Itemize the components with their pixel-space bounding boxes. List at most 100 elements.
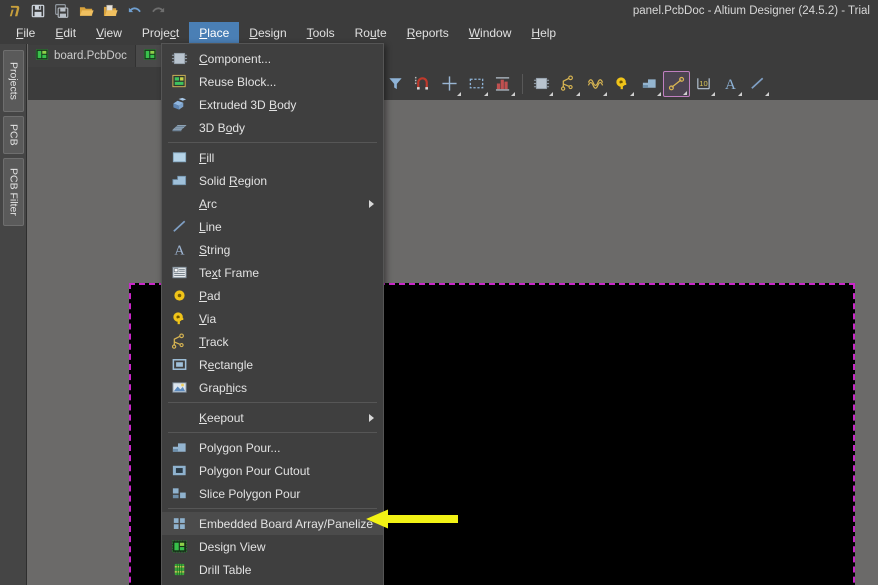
menu-item-label: Via — [199, 311, 217, 326]
open-folder-icon[interactable] — [76, 1, 96, 21]
menu-separator — [168, 508, 377, 509]
menu-item-fill[interactable]: Fill — [162, 146, 383, 169]
quick-access-toolbar — [4, 1, 168, 21]
panel-tab-pcb[interactable]: PCB — [3, 116, 24, 154]
menubar-item-project[interactable]: Project — [132, 22, 189, 44]
menu-item-label: Graphics — [199, 380, 248, 395]
menu-item-layer-stack-table[interactable]: Layer Stack Table — [162, 581, 383, 585]
dropdown-caret-icon[interactable] — [457, 91, 461, 96]
menu-item-text-frame[interactable]: Text Frame — [162, 261, 383, 284]
reuse-block-icon — [169, 73, 189, 91]
submenu-arrow-icon[interactable] — [369, 413, 374, 422]
save-all-icon[interactable] — [52, 1, 72, 21]
panel-tab-projects[interactable]: Projects — [3, 50, 24, 112]
dimension-icon[interactable] — [663, 70, 690, 97]
menu-item-string[interactable]: A String — [162, 238, 383, 261]
pcb-document-icon — [35, 48, 49, 64]
menubar-item-route[interactable]: Route — [345, 22, 397, 44]
component-icon[interactable] — [528, 71, 555, 97]
open-document-icon[interactable] — [100, 1, 120, 21]
magnet-icon[interactable] — [409, 71, 436, 97]
slice-polygon-pour-icon — [169, 485, 189, 503]
menu-item-solid-region[interactable]: Solid Region — [162, 169, 383, 192]
track-icon — [169, 333, 189, 351]
graphics-icon — [169, 379, 189, 397]
menubar-item-file[interactable]: File — [6, 22, 45, 44]
menu-item-track[interactable]: Track — [162, 330, 383, 353]
crosshair-icon[interactable] — [436, 71, 463, 97]
dropdown-caret-icon[interactable] — [765, 91, 769, 96]
svg-text:10: 10 — [699, 79, 707, 88]
dropdown-caret-icon[interactable] — [549, 91, 553, 96]
redo-icon — [148, 1, 168, 21]
menubar-item-window[interactable]: Window — [459, 22, 522, 44]
dropdown-caret-icon[interactable] — [657, 91, 661, 96]
dropdown-caret-icon[interactable] — [683, 90, 687, 95]
panel-tab-pcb-filter[interactable]: PCB Filter — [3, 158, 24, 226]
menu-separator — [168, 432, 377, 433]
dropdown-caret-icon[interactable] — [484, 91, 488, 96]
dropdown-caret-icon[interactable] — [576, 91, 580, 96]
menu-item-label: String — [199, 242, 231, 257]
menu-item-graphics[interactable]: Graphics — [162, 376, 383, 399]
menubar-item-reports[interactable]: Reports — [397, 22, 459, 44]
menu-item-drill-table[interactable]: Drill Table — [162, 558, 383, 581]
pcb-toolbar: 10 A — [28, 67, 878, 100]
menu-item-extruded-3d-body[interactable]: Extruded 3D Body — [162, 93, 383, 116]
dropdown-caret-icon[interactable] — [630, 91, 634, 96]
via-icon[interactable] — [609, 71, 636, 97]
dropdown-caret-icon[interactable] — [603, 91, 607, 96]
dropdown-caret-icon[interactable] — [711, 91, 715, 96]
undo-icon[interactable] — [124, 1, 144, 21]
menu-item-label: Line — [199, 219, 222, 234]
window-title: panel.PcbDoc - Altium Designer (24.5.2) … — [632, 5, 870, 17]
menu-item-label: Slice Polygon Pour — [199, 486, 301, 501]
document-tab-0[interactable]: board.PcbDoc — [28, 45, 136, 67]
document-tab-bar: board.PcbDocp — [28, 44, 878, 67]
differential-pair-icon[interactable] — [582, 71, 609, 97]
menubar-item-place[interactable]: Place — [189, 22, 240, 44]
menubar-item-tools[interactable]: Tools — [297, 22, 345, 44]
menu-item-design-view[interactable]: Design View — [162, 535, 383, 558]
menubar-item-help[interactable]: Help — [521, 22, 566, 44]
menu-item-pad[interactable]: Pad — [162, 284, 383, 307]
menu-item-polygon-pour-cutout[interactable]: Polygon Pour Cutout — [162, 459, 383, 482]
menu-item-polygon-pour[interactable]: Polygon Pour... — [162, 436, 383, 459]
polygon-pour-icon[interactable] — [636, 71, 663, 97]
menu-item-rectangle[interactable]: Rectangle — [162, 353, 383, 376]
menu-item-via[interactable]: Via — [162, 307, 383, 330]
component-icon — [169, 50, 189, 68]
menu-item-keepout[interactable]: Keepout — [162, 406, 383, 429]
menubar-item-edit[interactable]: Edit — [45, 22, 86, 44]
text-icon[interactable]: A — [717, 71, 744, 97]
menu-item-line[interactable]: Line — [162, 215, 383, 238]
menu-item-label: Polygon Pour Cutout — [199, 463, 310, 478]
no-icon — [169, 409, 189, 427]
menu-item-arc[interactable]: Arc — [162, 192, 383, 215]
track-icon[interactable] — [555, 71, 582, 97]
layer-stack-icon[interactable] — [490, 71, 517, 97]
submenu-arrow-icon[interactable] — [369, 199, 374, 208]
menu-item-3d-body[interactable]: 3D Body — [162, 116, 383, 139]
menu-item-embedded-board-array-panelize[interactable]: Embedded Board Array/Panelize — [162, 512, 383, 535]
menu-item-component[interactable]: Component... — [162, 47, 383, 70]
menu-item-label: Embedded Board Array/Panelize — [199, 516, 374, 531]
menu-item-label: Fill — [199, 150, 215, 165]
3d-body-icon — [169, 119, 189, 137]
dropdown-caret-icon[interactable] — [738, 91, 742, 96]
line-icon[interactable] — [744, 71, 771, 97]
menu-item-label: Keepout — [199, 410, 244, 425]
menubar-item-design[interactable]: Design — [239, 22, 296, 44]
rectangle-icon — [169, 356, 189, 374]
menu-item-slice-polygon-pour[interactable]: Slice Polygon Pour — [162, 482, 383, 505]
place-dropdown-menu: Component... Reuse Block... Extruded 3D Bo… — [161, 43, 384, 585]
pcb-canvas[interactable] — [28, 100, 878, 585]
altium-logo-icon[interactable] — [4, 1, 24, 21]
menu-item-reuse-block[interactable]: Reuse Block... — [162, 70, 383, 93]
menubar-item-view[interactable]: View — [86, 22, 132, 44]
save-icon[interactable] — [28, 1, 48, 21]
marquee-select-icon[interactable] — [463, 71, 490, 97]
measure-icon[interactable]: 10 — [690, 71, 717, 97]
dropdown-caret-icon[interactable] — [511, 91, 515, 96]
filter-icon[interactable] — [382, 71, 409, 97]
